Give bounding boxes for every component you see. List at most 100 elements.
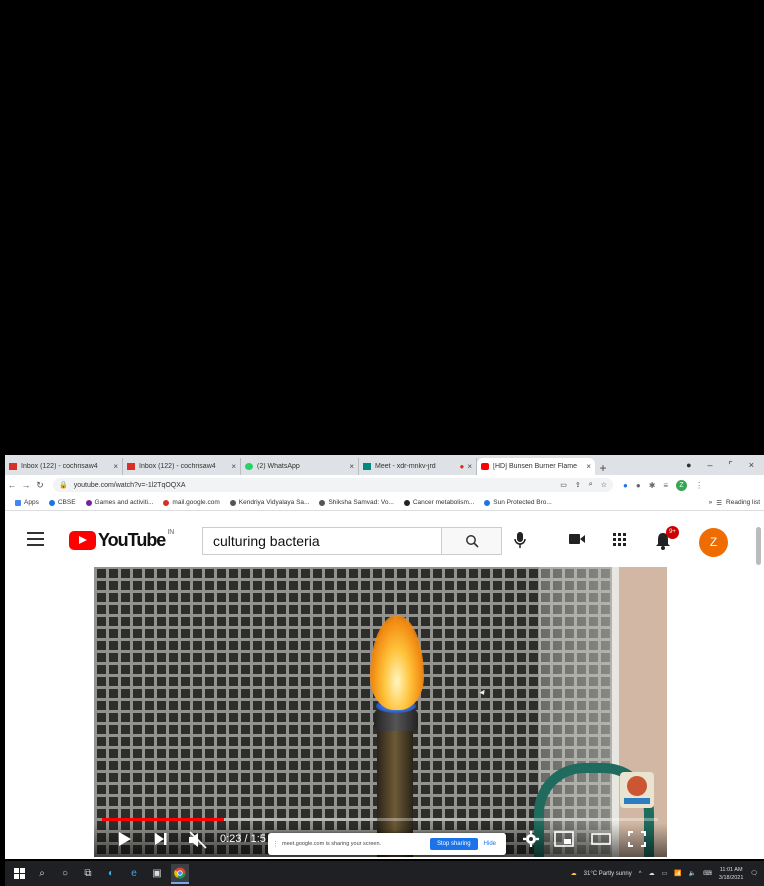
chevron-up-icon[interactable]: ^: [639, 871, 642, 877]
screen-share-notification: ⋮ meet.google.com is sharing your screen…: [268, 833, 506, 855]
gmail-icon: [127, 463, 135, 470]
forward-arrow-icon[interactable]: →: [19, 480, 33, 490]
video-player[interactable]: 0:23 / 1:5: [94, 567, 667, 857]
hide-button[interactable]: Hide: [484, 841, 496, 847]
url-text: youtube.com/watch?v=-1l2TqOQXA: [73, 481, 186, 489]
bookmark-apps[interactable]: Apps: [15, 499, 39, 506]
close-window-icon[interactable]: ×: [749, 460, 754, 470]
store-icon[interactable]: ▣: [148, 865, 166, 883]
windows-start-icon[interactable]: [10, 865, 28, 883]
cortana-icon[interactable]: ○: [56, 865, 74, 883]
drag-handle-icon[interactable]: ⋮: [272, 840, 279, 848]
url-field[interactable]: 🔒 youtube.com/watch?v=-1l2TqOQXA ▭ ⇪ ⌕ ☆: [53, 478, 613, 492]
tab-label: Inbox (122) - cochrisaw4: [139, 463, 216, 470]
create-video-icon[interactable]: [568, 532, 586, 546]
window-controls: ● – ⌜ ×: [686, 455, 764, 475]
miniplayer-icon[interactable]: [554, 831, 574, 847]
bookmarks-bar: Apps CBSE Games and activiti... mail.goo…: [5, 495, 764, 511]
tab-close-icon[interactable]: ×: [349, 462, 354, 471]
whatsapp-icon: [245, 463, 253, 470]
battery-icon[interactable]: ▭: [662, 870, 668, 877]
bookmark-item[interactable]: Games and activiti...: [85, 499, 153, 506]
browser-tab-strip: Inbox (122) - cochrisaw4 × Inbox (122) -…: [5, 455, 764, 475]
tab-close-icon[interactable]: ×: [231, 462, 236, 471]
theater-mode-icon[interactable]: [591, 831, 611, 847]
gmail-icon: [163, 499, 170, 506]
hamburger-menu-icon[interactable]: [27, 532, 44, 547]
taskbar-clock[interactable]: 11:01 AM 3/18/2021: [719, 866, 743, 882]
browser-tab[interactable]: Inbox (122) - cochrisaw4 ×: [123, 458, 241, 475]
chrome-profile-avatar[interactable]: Z: [676, 479, 688, 491]
next-icon[interactable]: [154, 831, 168, 847]
browser-tab[interactable]: (2) WhatsApp ×: [241, 458, 359, 475]
notifications-icon[interactable]: 🗨: [750, 870, 758, 877]
reading-list[interactable]: » ☰ Reading list: [709, 499, 764, 507]
fullscreen-icon[interactable]: [628, 831, 646, 847]
search-icon[interactable]: ⌕: [33, 865, 51, 883]
browser-tab-active[interactable]: [HD] Bunsen Burner Flame ×: [477, 458, 595, 475]
weather-text[interactable]: 31°C Partly sunny: [584, 871, 632, 877]
edge-icon[interactable]: ◐: [102, 865, 120, 883]
windows-taskbar: ⌕ ○ ⧉ ◐ e ▣ ☁ 31°C Partly sunny ^ ☁ ▭ 📶 …: [5, 861, 764, 886]
country-code: IN: [167, 529, 175, 536]
bookmark-item[interactable]: Cancer metabolism...: [403, 499, 474, 506]
settings-gear-icon[interactable]: [523, 831, 539, 847]
profile-dot-icon[interactable]: ●: [686, 460, 691, 470]
chrome-icon[interactable]: [171, 863, 189, 884]
search-input[interactable]: culturing bacteria: [202, 527, 442, 555]
bookmark-item[interactable]: CBSE: [48, 499, 76, 506]
channel-watermark-logo[interactable]: [620, 772, 654, 808]
youtube-wordmark: YouTube: [98, 530, 166, 550]
youtube-avatar[interactable]: Z: [699, 528, 728, 557]
reload-icon[interactable]: ↻: [33, 480, 47, 491]
bookmark-item[interactable]: Shiksha Samvad: Vo...: [319, 499, 394, 506]
cast-icon[interactable]: ▭: [560, 481, 567, 489]
tab-close-icon[interactable]: ×: [467, 462, 472, 471]
new-tab-button[interactable]: +: [595, 461, 611, 475]
media-icon[interactable]: ≡: [663, 481, 668, 490]
network-icon[interactable]: 📶: [674, 870, 681, 877]
tab-close-icon[interactable]: ×: [586, 462, 591, 471]
scrollbar-thumb[interactable]: [756, 527, 761, 565]
menu-kebab-icon[interactable]: ⋮: [695, 481, 703, 490]
reading-list-icon: ☰: [716, 499, 723, 507]
black-screen-area: [0, 0, 764, 455]
star-icon[interactable]: ☆: [601, 481, 607, 489]
internet-explorer-icon[interactable]: e: [125, 865, 143, 883]
puzzle-icon[interactable]: ✱: [649, 481, 656, 490]
extension-icon[interactable]: ●: [636, 481, 641, 490]
browser-tab[interactable]: Inbox (122) - cochrisaw4 ×: [5, 458, 123, 475]
language-icon[interactable]: ⌨: [703, 870, 712, 877]
volume-muted-icon[interactable]: [188, 831, 208, 849]
apps-grid-icon: [15, 499, 21, 506]
bookmark-item[interactable]: mail.google.com: [163, 499, 220, 506]
onedrive-icon[interactable]: ☁: [649, 870, 655, 877]
browser-tab[interactable]: Meet - xdr-mnkv-jrd ● ×: [359, 458, 477, 475]
meet-icon: [363, 463, 371, 470]
stop-sharing-button[interactable]: Stop sharing: [429, 838, 478, 850]
microphone-icon[interactable]: [513, 531, 527, 549]
bookmark-item[interactable]: Kendriya Vidyalaya Sa...: [229, 499, 309, 506]
volume-icon[interactable]: 🔈: [689, 870, 696, 877]
maximize-icon[interactable]: ⌜: [729, 460, 733, 471]
back-arrow-icon[interactable]: ←: [5, 480, 19, 490]
minimize-icon[interactable]: –: [708, 460, 713, 470]
bookmark-favicon-icon: [85, 499, 92, 506]
extension-icon[interactable]: ●: [623, 481, 628, 490]
play-icon[interactable]: [118, 831, 132, 847]
tab-close-icon[interactable]: ×: [113, 462, 118, 471]
youtube-logo[interactable]: YouTube IN: [69, 529, 175, 551]
share-icon[interactable]: ⇪: [575, 481, 581, 489]
weather-icon: ☁: [570, 871, 577, 877]
zoom-icon[interactable]: ⌕: [589, 481, 593, 489]
apps-grid-icon[interactable]: [612, 532, 628, 548]
video-time: 0:23 / 1:5: [220, 833, 266, 845]
search-button[interactable]: [442, 527, 502, 555]
task-view-icon[interactable]: ⧉: [79, 865, 97, 883]
video-progress-bar[interactable]: [102, 818, 658, 821]
recording-dot-icon: ●: [459, 462, 465, 471]
system-tray: ☁ 31°C Partly sunny ^ ☁ ▭ 📶 🔈 ⌨ 11:01 AM…: [571, 866, 764, 882]
chevron-more-icon[interactable]: »: [709, 499, 713, 506]
bookmark-item[interactable]: Sun Protected Bro...: [484, 499, 552, 506]
notification-count-badge: 9+: [666, 526, 679, 539]
